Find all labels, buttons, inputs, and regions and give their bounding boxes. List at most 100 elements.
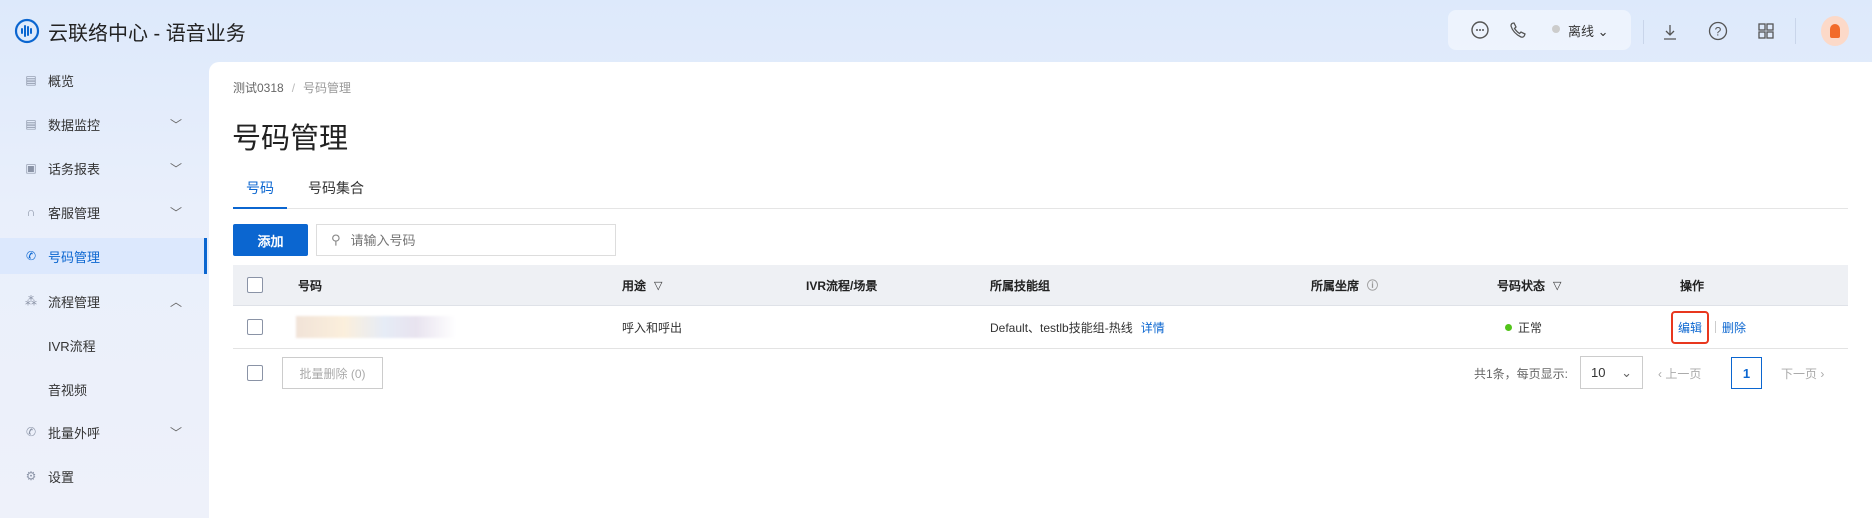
headset-icon: ∩ bbox=[26, 205, 36, 219]
usage-cell: 呼入和呼出 bbox=[622, 320, 683, 335]
chevron-down-icon: ﹀ bbox=[170, 205, 183, 220]
gear-icon: ⚙ bbox=[25, 469, 37, 483]
skill-group-text: Default、testlb技能组-热线 bbox=[990, 320, 1133, 335]
sidebar-item-label: 设置 bbox=[48, 469, 75, 485]
flow-icon: ⁂ bbox=[25, 294, 37, 308]
search-input[interactable] bbox=[350, 232, 591, 248]
sidebar-item-flow[interactable]: ⁂ 流程管理 ︿ bbox=[0, 283, 207, 319]
status-badge: 正常 bbox=[1518, 320, 1543, 335]
col-skill-group: 所属技能组 bbox=[990, 278, 1051, 293]
avatar[interactable] bbox=[1821, 16, 1849, 46]
sidebar: ▤ 概览 ▤ 数据监控 ﹀ ▣ 话务报表 ﹀ ∩ 客服管理 ﹀ ✆ 号码管理 ⁂ 流程管理 ︿ IV… bbox=[0, 62, 207, 518]
chevron-down-icon: ﹀ bbox=[170, 161, 183, 176]
col-number: 号码 bbox=[298, 278, 323, 293]
breadcrumb-current: 号码管理 bbox=[303, 81, 352, 95]
divider bbox=[1795, 18, 1796, 44]
sidebar-item-label: 批量外呼 bbox=[48, 425, 101, 441]
status-label: 离线 bbox=[1568, 24, 1595, 39]
footer-select-all-checkbox[interactable] bbox=[247, 365, 263, 381]
col-label: 所属坐席 bbox=[1311, 278, 1360, 293]
page-size-value: 10 bbox=[1591, 365, 1606, 380]
table-header: 号码 用途 ▽ IVR流程/场景 所属技能组 所属坐席 ⓘ 号码状态 ▽ 操作 bbox=[233, 265, 1848, 306]
agent-status-widget: 离线 ⌄ bbox=[1448, 10, 1631, 50]
page-1-button[interactable]: 1 bbox=[1731, 357, 1762, 389]
status-cell: 正常 bbox=[1505, 306, 1542, 348]
numbers-table: 号码 用途 ▽ IVR流程/场景 所属技能组 所属坐席 ⓘ 号码状态 ▽ 操作 呼入和… bbox=[233, 265, 1848, 349]
col-usage: 用途 ▽ bbox=[622, 265, 662, 305]
chevron-down-icon: ﹀ bbox=[170, 425, 183, 440]
total-count: 共1条，每页显示: bbox=[1474, 367, 1569, 381]
page-title: 号码管理 bbox=[232, 123, 349, 155]
sidebar-item-report[interactable]: ▣ 话务报表 ﹀ bbox=[0, 150, 207, 186]
search-icon: ⚲ bbox=[331, 232, 341, 247]
sidebar-item-label: 音视频 bbox=[48, 382, 88, 398]
select-all-checkbox[interactable] bbox=[247, 277, 263, 293]
divider bbox=[1715, 321, 1717, 333]
breadcrumb: 测试0318 / 号码管理 bbox=[233, 79, 351, 96]
next-page-button[interactable]: 下一页 › bbox=[1781, 365, 1824, 382]
add-button[interactable]: 添加 bbox=[233, 224, 308, 256]
sidebar-item-label: 客服管理 bbox=[48, 205, 101, 221]
chevron-up-icon: ︿ bbox=[170, 294, 183, 309]
phone-icon: ✆ bbox=[25, 249, 37, 263]
filter-icon[interactable]: ▽ bbox=[1553, 279, 1561, 292]
outbound-call-icon: ✆ bbox=[25, 425, 37, 439]
sidebar-item-agents[interactable]: ∩ 客服管理 ﹀ bbox=[0, 194, 207, 230]
status-dropdown[interactable]: 离线 ⌄ bbox=[1568, 21, 1609, 40]
detail-link[interactable]: 详情 bbox=[1141, 319, 1165, 336]
chat-icon[interactable] bbox=[1468, 18, 1492, 42]
sidebar-item-label: 话务报表 bbox=[48, 161, 101, 177]
col-status: 号码状态 ▽ bbox=[1497, 265, 1561, 305]
filter-icon[interactable]: ▽ bbox=[654, 279, 662, 292]
app-title: 云联络中心 - 语音业务 bbox=[48, 23, 246, 45]
row-checkbox[interactable] bbox=[247, 319, 263, 335]
edit-link[interactable]: 编辑 bbox=[1671, 310, 1710, 344]
table-row: 呼入和呼出 Default、testlb技能组-热线 详情 正常 编辑 删除 bbox=[233, 306, 1848, 349]
sidebar-item-overview[interactable]: ▤ 概览 bbox=[0, 62, 207, 98]
sidebar-item-label: 号码管理 bbox=[48, 249, 101, 265]
prev-page-button[interactable]: ‹ 上一页 bbox=[1658, 365, 1701, 382]
sidebar-item-av[interactable]: 音视频 bbox=[0, 371, 207, 407]
sidebar-item-outbound[interactable]: ✆ 批量外呼 ﹀ bbox=[0, 414, 207, 450]
col-label: 号码状态 bbox=[1497, 278, 1546, 293]
svg-text:?: ? bbox=[1715, 25, 1722, 39]
status-dot bbox=[1505, 323, 1512, 331]
help-icon[interactable]: ? bbox=[1706, 19, 1730, 43]
delete-link[interactable]: 删除 bbox=[1722, 319, 1746, 336]
col-actions: 操作 bbox=[1680, 278, 1705, 293]
sidebar-item-label: 流程管理 bbox=[48, 294, 101, 310]
search-box: ⚲ bbox=[316, 224, 616, 256]
col-agent: 所属坐席 ⓘ bbox=[1311, 265, 1378, 305]
phone-icon[interactable] bbox=[1506, 18, 1530, 42]
sidebar-item-label: IVR流程 bbox=[48, 338, 96, 354]
apps-grid-icon[interactable] bbox=[1754, 19, 1778, 43]
breadcrumb-link[interactable]: 测试0318 bbox=[233, 81, 284, 95]
report-icon: ▣ bbox=[25, 161, 37, 175]
top-header: 云联络中心 - 语音业务 离线 ⌄ ? bbox=[0, 0, 1872, 62]
tab-numbers[interactable]: 号码 bbox=[233, 178, 287, 209]
batch-delete-button[interactable]: 批量删除 (0) bbox=[282, 357, 383, 389]
table-footer: 批量删除 (0) 共1条，每页显示: 10 ⌄ ‹ 上一页 1 下一页 › bbox=[233, 356, 1848, 392]
col-ivr: IVR流程/场景 bbox=[806, 278, 878, 293]
chevron-down-icon: ⌄ bbox=[1597, 24, 1609, 39]
page-size-select[interactable]: 10 ⌄ bbox=[1580, 356, 1643, 389]
sidebar-item-label: 概览 bbox=[48, 73, 75, 89]
chevron-down-icon: ﹀ bbox=[170, 117, 183, 132]
next-label: 下一页 bbox=[1781, 367, 1818, 381]
divider bbox=[1643, 20, 1644, 44]
chevron-down-icon: ⌄ bbox=[1621, 364, 1632, 380]
masked-number bbox=[296, 316, 456, 338]
tab-bar: 号码 号码集合 bbox=[233, 176, 1848, 209]
sidebar-item-ivr[interactable]: IVR流程 bbox=[0, 327, 207, 363]
overview-icon: ▤ bbox=[25, 73, 37, 87]
sidebar-item-label: 数据监控 bbox=[48, 117, 101, 133]
download-icon[interactable] bbox=[1658, 20, 1682, 44]
sidebar-item-numbers[interactable]: ✆ 号码管理 bbox=[0, 238, 207, 274]
actions-cell: 编辑 删除 bbox=[1671, 306, 1746, 348]
prev-label: 上一页 bbox=[1665, 367, 1702, 381]
sidebar-item-settings[interactable]: ⚙ 设置 bbox=[0, 458, 207, 494]
tab-number-sets[interactable]: 号码集合 bbox=[308, 178, 364, 209]
help-icon[interactable]: ⓘ bbox=[1367, 277, 1378, 293]
sidebar-item-monitor[interactable]: ▤ 数据监控 ﹀ bbox=[0, 106, 207, 142]
monitor-icon: ▤ bbox=[25, 117, 37, 131]
